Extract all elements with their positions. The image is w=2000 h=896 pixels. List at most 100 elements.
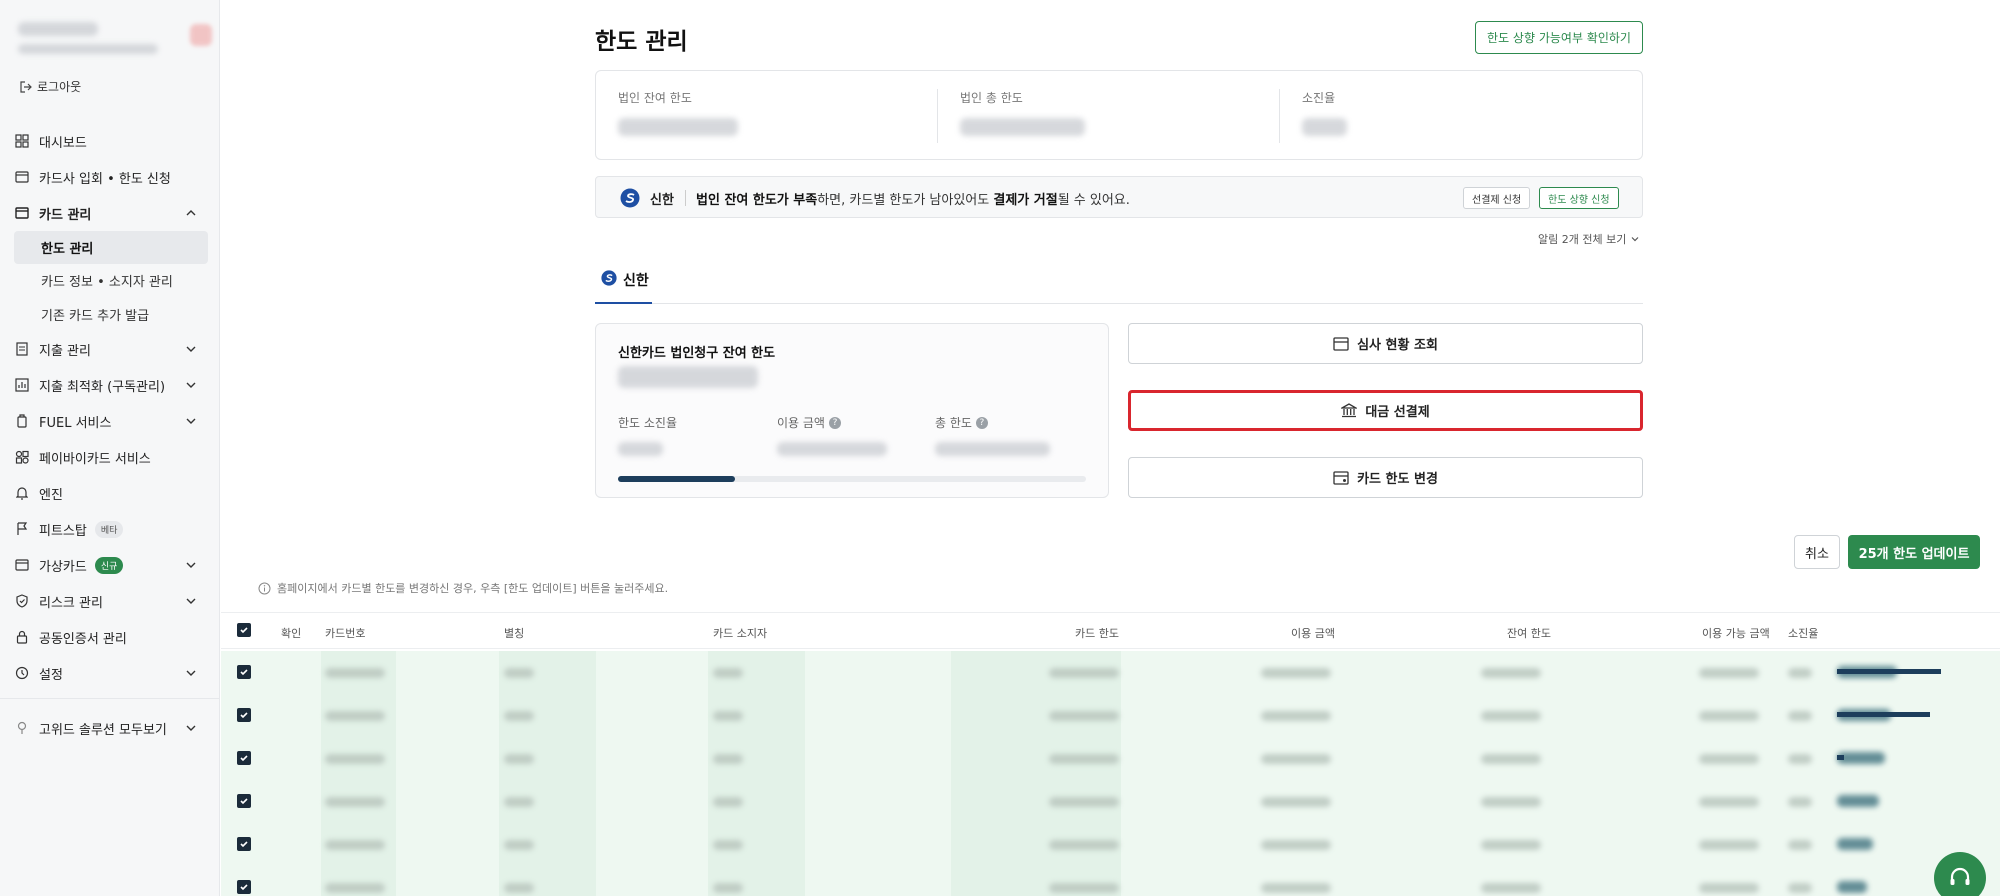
sidebar-item-risk[interactable]: 리스크 관리 bbox=[14, 586, 206, 616]
sidebar-item-label: 피트스탑 bbox=[39, 523, 87, 539]
sidebar-subitem-card-info[interactable]: 카드 정보 • 소지자 관리 bbox=[14, 264, 208, 297]
redacted-cell bbox=[1261, 840, 1331, 850]
sidebar-subitem-additional-card[interactable]: 기존 카드 추가 발급 bbox=[14, 298, 208, 331]
update-limits-button[interactable]: 25개 한도 업데이트 bbox=[1848, 535, 1980, 569]
sidebar-item-dashboard[interactable]: 대시보드 bbox=[14, 126, 206, 156]
row-checkbox[interactable] bbox=[237, 665, 251, 679]
prepay-button[interactable]: 대금 선결제 bbox=[1128, 390, 1643, 431]
notice-bold-1: 법인 잔여 한도가 부족 bbox=[696, 193, 818, 208]
redacted-cell bbox=[1788, 797, 1812, 807]
check-icon bbox=[240, 798, 248, 805]
sidebar-item-expense[interactable]: 지출 관리 bbox=[14, 334, 206, 364]
card-table-header: 확인 카드번호 별칭 카드 소지자 카드 한도 이용 금액 잔여 한도 이용 가… bbox=[221, 612, 2000, 649]
notice-bold-2: 결제가 거절 bbox=[993, 193, 1058, 208]
sidebar-item-certificate[interactable]: 공동인증서 관리 bbox=[14, 622, 206, 652]
sidebar-item-optimization[interactable]: 지출 최적화 (구독관리) bbox=[14, 370, 206, 400]
redacted-cell bbox=[1788, 883, 1812, 893]
column-header-card-number: 카드번호 bbox=[325, 627, 366, 640]
change-card-limit-button[interactable]: 카드 한도 변경 bbox=[1128, 457, 1643, 498]
help-icon[interactable]: ? bbox=[975, 416, 988, 429]
sidebar-item-all-solutions[interactable]: 고위드 솔루션 모두보기 bbox=[14, 713, 206, 743]
shinhan-logo-icon bbox=[620, 188, 640, 208]
pin-icon bbox=[14, 720, 30, 736]
review-status-label: 심사 현황 조회 bbox=[1357, 338, 1438, 353]
total-limit-label: 법인 총 한도 bbox=[960, 91, 1023, 105]
redacted-cell bbox=[1049, 883, 1119, 893]
redacted-cell bbox=[713, 668, 743, 678]
card-manage-icon bbox=[14, 205, 30, 221]
info-icon bbox=[258, 582, 271, 594]
shield-icon bbox=[14, 593, 30, 609]
see-all-alerts-link[interactable]: 알림 2개 전체 보기 bbox=[1538, 231, 1640, 247]
exhaustion-bar-blur bbox=[1837, 795, 1879, 807]
redacted-cell bbox=[1261, 883, 1331, 893]
sidebar-item-label: 공동인증서 관리 bbox=[39, 631, 127, 647]
sidebar-item-label: 엔진 bbox=[39, 487, 63, 503]
redacted-cell bbox=[1049, 797, 1119, 807]
exhaustion-bar bbox=[1837, 709, 1985, 721]
sidebar-item-settings[interactable]: 설정 bbox=[14, 658, 206, 688]
shinhan-logo-icon bbox=[601, 270, 617, 286]
exhaustion-value bbox=[1302, 118, 1347, 136]
card-edit-icon bbox=[1333, 470, 1349, 485]
sidebar-item-pitstop[interactable]: 피트스탑 베타 bbox=[14, 514, 206, 544]
redacted-cell bbox=[713, 754, 743, 764]
sidebar-item-label: 페이바이카드 서비스 bbox=[39, 451, 151, 467]
sidebar-item-engine[interactable]: 엔진 bbox=[14, 478, 206, 508]
redacted-cell bbox=[1481, 668, 1541, 678]
sidebar-item-label: 카드사 입회 • 한도 신청 bbox=[39, 171, 171, 187]
page-title: 한도 관리 bbox=[595, 29, 688, 55]
redacted-cell bbox=[325, 754, 385, 764]
sidebar: 로그아웃 대시보드 카드사 입회 • 한도 신청 카드 관리 한도 관리 카드 … bbox=[0, 0, 220, 896]
column-header-alias: 별칭 bbox=[504, 627, 525, 640]
redacted-cell bbox=[1788, 840, 1812, 850]
redacted-cell bbox=[1699, 797, 1759, 807]
help-icon[interactable]: ? bbox=[828, 416, 841, 429]
see-all-label: 알림 2개 전체 보기 bbox=[1538, 233, 1627, 246]
card-exhaustion-progress bbox=[618, 476, 1086, 482]
sidebar-item-label: 카드 관리 bbox=[39, 207, 92, 223]
select-all-checkbox[interactable] bbox=[237, 623, 251, 637]
logout-label: 로그아웃 bbox=[37, 80, 82, 94]
org-icon bbox=[190, 24, 212, 46]
redacted-cell bbox=[325, 668, 385, 678]
chart-icon bbox=[14, 377, 30, 393]
grid-icon bbox=[14, 133, 30, 149]
chevron-down-icon bbox=[186, 670, 196, 676]
row-checkbox[interactable] bbox=[237, 751, 251, 765]
support-chat-button[interactable] bbox=[1934, 852, 1986, 896]
exhaustion-bar-blur bbox=[1837, 838, 1873, 850]
row-checkbox[interactable] bbox=[237, 880, 251, 894]
sidebar-item-card-management[interactable]: 카드 관리 bbox=[14, 198, 206, 228]
row-checkbox[interactable] bbox=[237, 837, 251, 851]
limit-increase-request-button[interactable]: 한도 상향 신청 bbox=[1539, 187, 1619, 209]
card-exhaustion-value bbox=[618, 442, 663, 456]
sidebar-subitem-limit-management[interactable]: 한도 관리 bbox=[14, 231, 208, 264]
card-exhaustion-label: 한도 소진율 bbox=[618, 414, 677, 431]
notice-text: 법인 잔여 한도가 부족하면, 카드별 한도가 남아있어도 결제가 거절될 수 … bbox=[696, 189, 1130, 208]
sidebar-subitem-label: 한도 관리 bbox=[41, 242, 94, 257]
review-status-button[interactable]: 심사 현황 조회 bbox=[1128, 323, 1643, 364]
org-selector[interactable] bbox=[14, 18, 212, 62]
sidebar-subitem-label: 기존 카드 추가 발급 bbox=[41, 309, 150, 324]
sidebar-item-virtual-card[interactable]: 가상카드 신규 bbox=[14, 550, 206, 580]
tab-shinhan[interactable]: 신한 bbox=[595, 270, 652, 305]
prepay-request-button[interactable]: 선결제 신청 bbox=[1463, 187, 1531, 209]
check-increase-button[interactable]: 한도 상향 가능여부 확인하기 bbox=[1475, 21, 1643, 54]
check-icon bbox=[240, 712, 248, 719]
redacted-cell bbox=[1481, 840, 1541, 850]
table-row bbox=[221, 866, 2000, 896]
column-header-used-amount: 이용 금액 bbox=[1291, 627, 1335, 640]
cancel-button[interactable]: 취소 bbox=[1794, 535, 1840, 569]
sidebar-item-paybycard[interactable]: 페이바이카드 서비스 bbox=[14, 442, 206, 472]
chevron-down-icon bbox=[186, 418, 196, 424]
sidebar-item-card-application[interactable]: 카드사 입회 • 한도 신청 bbox=[14, 162, 206, 192]
redacted-cell bbox=[504, 754, 534, 764]
logout-button[interactable]: 로그아웃 bbox=[20, 78, 81, 95]
limit-warning-notice: 신한 법인 잔여 한도가 부족하면, 카드별 한도가 남아있어도 결제가 거절될… bbox=[595, 176, 1643, 218]
row-checkbox[interactable] bbox=[237, 794, 251, 808]
sidebar-item-fuel[interactable]: FUEL 서비스 bbox=[14, 406, 206, 436]
sidebar-item-label: 고위드 솔루션 모두보기 bbox=[39, 722, 167, 738]
new-badge: 신규 bbox=[94, 556, 124, 574]
row-checkbox[interactable] bbox=[237, 708, 251, 722]
